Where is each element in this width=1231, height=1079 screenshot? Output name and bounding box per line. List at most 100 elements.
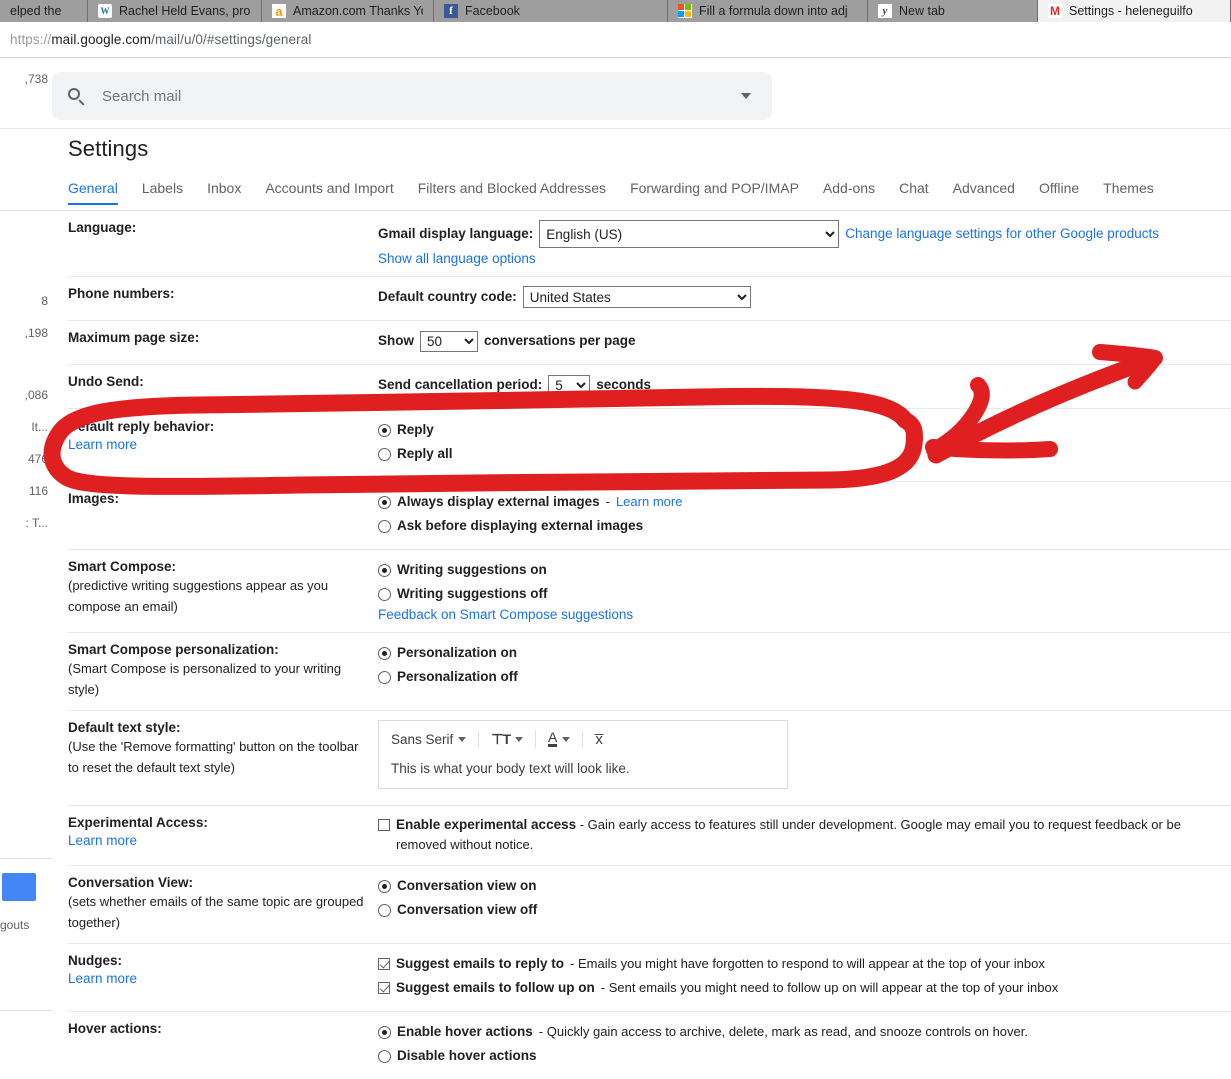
tab-advanced[interactable]: Advanced: [941, 180, 1027, 205]
browser-tab[interactable]: Fill a formula down into adj: [668, 0, 868, 22]
radio-option-reply[interactable]: Reply: [378, 419, 1231, 441]
radio-icon-selected[interactable]: [378, 563, 391, 577]
radio-label: Disable hover actions: [397, 1048, 537, 1063]
search-input[interactable]: [100, 86, 720, 106]
browser-url-bar[interactable]: https://mail.google.com/mail/u/0/#settin…: [0, 22, 1231, 58]
setting-row-hover-actions: Hover actions: Enable hover actions - Qu…: [68, 1012, 1231, 1079]
change-language-settings-link[interactable]: Change language settings for other Googl…: [845, 223, 1159, 245]
browser-tab-title: Facebook: [465, 4, 520, 18]
setting-row-language: Language: Gmail display language: Englis…: [68, 211, 1231, 277]
radio-icon[interactable]: [378, 670, 391, 684]
setting-row-smart-compose-personalization: Smart Compose personalization: (Smart Co…: [68, 633, 1231, 711]
checkbox-option-suggest-follow-up[interactable]: Suggest emails to follow up on - Sent em…: [378, 977, 1231, 999]
browser-tab[interactable]: W Rachel Held Evans, progress: [88, 0, 262, 22]
tab-labels[interactable]: Labels: [130, 180, 195, 205]
undo-send-select[interactable]: 5: [548, 374, 591, 396]
tab-forwarding[interactable]: Forwarding and POP/IMAP: [618, 180, 811, 205]
radio-icon[interactable]: [378, 1049, 391, 1063]
radio-option-always-display-images[interactable]: Always display external images - Learn m…: [378, 491, 1231, 513]
url-text: https://mail.google.com/mail/u/0/#settin…: [0, 32, 311, 47]
search-options-icon[interactable]: [720, 93, 772, 99]
setting-sublabel: (Smart Compose is personalized to your w…: [68, 661, 342, 697]
radio-option-disable-hover-actions[interactable]: Disable hover actions: [378, 1045, 1231, 1067]
learn-more-link[interactable]: Learn more: [616, 491, 682, 513]
browser-tab-strip: elped the W Rachel Held Evans, progress …: [0, 0, 1231, 22]
browser-tab[interactable]: y New tab: [868, 0, 1038, 22]
setting-sublabel: (Use the 'Remove formatting' button on t…: [68, 739, 359, 775]
tab-themes[interactable]: Themes: [1091, 180, 1166, 205]
browser-tab[interactable]: a Amazon.com Thanks You: [262, 0, 434, 22]
font-family-dropdown[interactable]: Sans Serif: [391, 732, 467, 747]
radio-option-writing-suggestions-off[interactable]: Writing suggestions off: [378, 583, 1231, 605]
browser-tab-title: Fill a formula down into adj: [699, 4, 848, 18]
text-color-dropdown[interactable]: A: [548, 730, 571, 747]
radio-option-writing-suggestions-on[interactable]: Writing suggestions on: [378, 559, 1231, 581]
chevron-down-icon: [515, 736, 524, 742]
radio-icon-selected[interactable]: [378, 879, 391, 893]
chevron-down-icon: [562, 736, 571, 742]
language-select[interactable]: English (US): [539, 220, 840, 248]
setting-label: Undo Send:: [68, 374, 144, 389]
radio-option-personalization-on[interactable]: Personalization on: [378, 642, 1231, 664]
checkbox-option-suggest-reply[interactable]: Suggest emails to reply to - Emails you …: [378, 953, 1231, 975]
country-code-select[interactable]: United States: [522, 286, 751, 308]
learn-more-link[interactable]: Learn more: [68, 437, 137, 452]
radio-icon-selected[interactable]: [378, 1025, 391, 1039]
radio-option-reply-all[interactable]: Reply all: [378, 443, 1231, 465]
checkbox-icon-checked[interactable]: [378, 982, 390, 994]
font-size-dropdown[interactable]: ⊤T: [491, 731, 524, 748]
browser-tab[interactable]: f Facebook: [434, 0, 668, 22]
radio-icon-selected[interactable]: [378, 495, 391, 509]
radio-option-ask-before-display[interactable]: Ask before displaying external images: [378, 515, 1231, 537]
checkbox-description: - Emails you might have forgotten to res…: [570, 956, 1045, 971]
tab-add-ons[interactable]: Add-ons: [811, 180, 887, 205]
tab-offline[interactable]: Offline: [1027, 180, 1091, 205]
tab-chat[interactable]: Chat: [887, 180, 941, 205]
show-all-language-options-link[interactable]: Show all language options: [378, 251, 536, 266]
radio-icon[interactable]: [378, 587, 391, 601]
divider: [478, 730, 480, 748]
tab-accounts-import[interactable]: Accounts and Import: [253, 180, 405, 205]
setting-label: Phone numbers:: [68, 286, 175, 301]
url-scheme: https://: [10, 32, 52, 47]
setting-row-max-page-size: Maximum page size: Show 50 conversations…: [68, 321, 1231, 365]
radio-icon-selected[interactable]: [378, 646, 391, 660]
url-host: mail.google.com: [51, 32, 152, 47]
radio-option-personalization-off[interactable]: Personalization off: [378, 666, 1231, 688]
setting-row-smart-compose: Smart Compose: (predictive writing sugge…: [68, 550, 1231, 633]
smart-compose-feedback-link[interactable]: Feedback on Smart Compose suggestions: [378, 607, 633, 622]
page-size-select[interactable]: 50: [420, 330, 478, 352]
radio-label: Writing suggestions on: [397, 562, 547, 577]
tab-filters[interactable]: Filters and Blocked Addresses: [406, 180, 618, 205]
microsoft-icon: [678, 4, 692, 18]
text-style-toolbar: Sans Serif ⊤T A x̅: [379, 721, 787, 757]
learn-more-link[interactable]: Learn more: [68, 833, 137, 848]
setting-label: Smart Compose:: [68, 559, 177, 574]
checkbox-icon-checked[interactable]: [378, 958, 390, 970]
browser-tab-active[interactable]: M Settings - heleneguilfo: [1038, 0, 1231, 22]
search-box[interactable]: [52, 72, 772, 120]
radio-label: Reply all: [397, 446, 453, 461]
radio-option-conversation-view-off[interactable]: Conversation view off: [378, 899, 1231, 921]
gmail-display-language-label: Gmail display language:: [378, 226, 534, 241]
browser-tab[interactable]: elped the: [0, 0, 88, 22]
learn-more-link[interactable]: Learn more: [68, 971, 137, 986]
list-fragment: ,198: [24, 326, 48, 340]
tab-general[interactable]: General: [68, 180, 130, 205]
radio-option-enable-hover-actions[interactable]: Enable hover actions - Quickly gain acce…: [378, 1021, 1231, 1043]
radio-icon[interactable]: [378, 903, 391, 917]
setting-label: Smart Compose personalization:: [68, 642, 279, 657]
radio-icon-selected[interactable]: [378, 423, 391, 437]
remove-formatting-button[interactable]: x̅: [595, 731, 603, 748]
setting-label: Conversation View:: [68, 875, 194, 890]
radio-icon[interactable]: [378, 519, 391, 533]
settings-list: Language: Gmail display language: Englis…: [68, 211, 1231, 1079]
search-icon: [52, 87, 100, 106]
amazon-icon: a: [272, 4, 286, 18]
radio-option-conversation-view-on[interactable]: Conversation view on: [378, 875, 1231, 897]
divider: [0, 128, 1231, 129]
experimental-access-checkbox[interactable]: [378, 819, 390, 831]
radio-icon[interactable]: [378, 447, 391, 461]
tab-inbox[interactable]: Inbox: [195, 180, 253, 205]
new-tab-icon: y: [878, 4, 892, 18]
